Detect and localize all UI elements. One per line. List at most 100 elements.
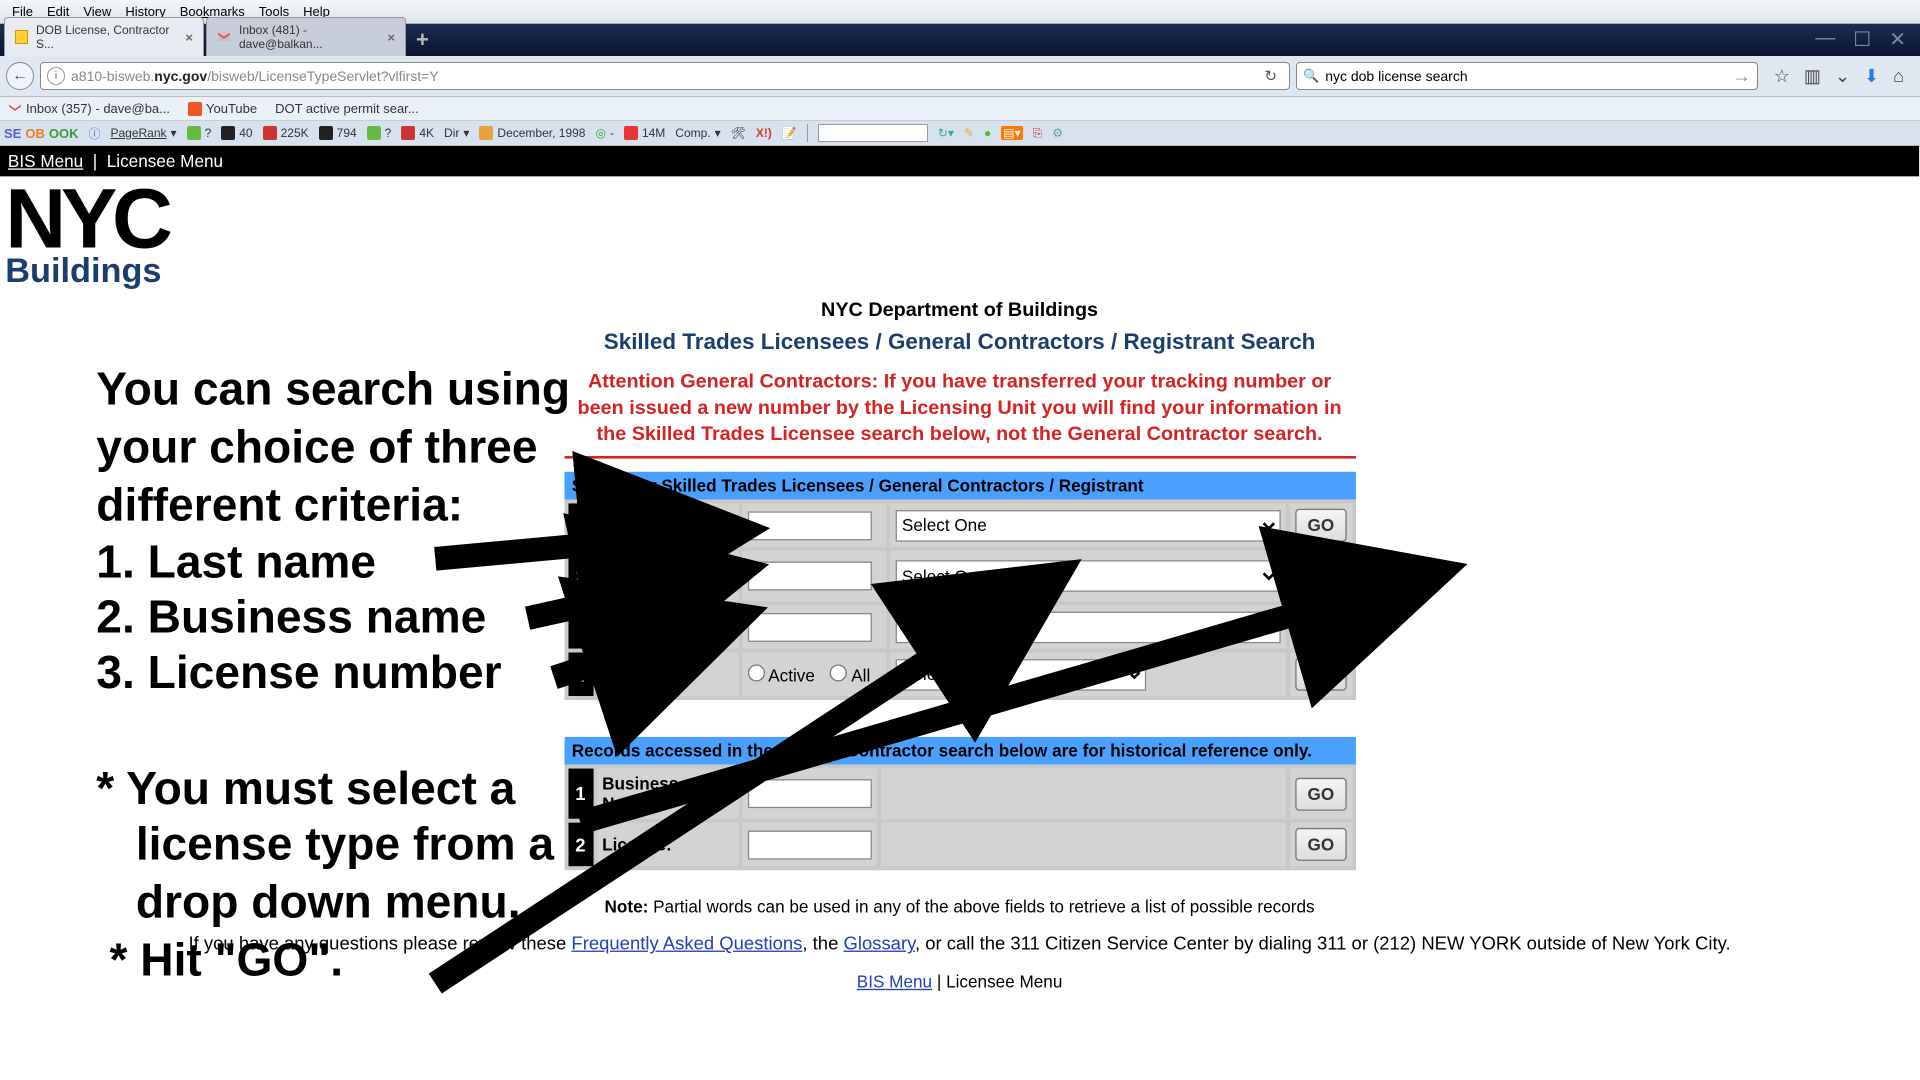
seo-info-icon[interactable]: ⓘ bbox=[88, 125, 100, 142]
form-row-businessname: 2 Business Name: Select One GO bbox=[566, 549, 1353, 603]
seo-x-icon[interactable]: X!) bbox=[756, 126, 772, 140]
back-button[interactable]: ← bbox=[6, 62, 34, 90]
close-tab-icon[interactable]: × bbox=[387, 30, 395, 45]
seo-40[interactable]: 40 bbox=[221, 126, 252, 140]
go-button-lastname[interactable]: GO bbox=[1296, 509, 1346, 542]
go-button-view[interactable]: GO bbox=[1296, 658, 1346, 691]
tab-active[interactable]: DOB License, Contractor S... × bbox=[4, 17, 204, 56]
bookmark-inbox[interactable]: Inbox (357) - dave@ba... bbox=[8, 101, 170, 116]
radio-active-label[interactable]: Active bbox=[747, 665, 815, 685]
form-header-skilled: Search for Skilled Trades Licensees / Ge… bbox=[564, 472, 1355, 500]
row-number: 2 bbox=[566, 821, 595, 868]
seo-14m[interactable]: 14M bbox=[624, 126, 665, 140]
seo-q1[interactable]: ? bbox=[187, 126, 212, 140]
select-businessname-type[interactable]: Select One bbox=[895, 561, 1281, 593]
select-view-type[interactable]: Select One bbox=[895, 659, 1146, 691]
radio-all[interactable] bbox=[830, 664, 847, 681]
library-icon[interactable]: ▥ bbox=[1804, 66, 1821, 87]
anno-item: 1. Last name bbox=[96, 537, 570, 590]
go-button-number[interactable]: GO bbox=[1296, 611, 1346, 644]
seo-q2[interactable]: ? bbox=[367, 126, 392, 140]
anno-line: You can search using bbox=[96, 361, 570, 419]
seo-refresh-icon[interactable]: ↻▾ bbox=[938, 126, 954, 140]
window-minimize-icon[interactable]: — bbox=[1815, 27, 1835, 52]
home-icon[interactable]: ⌂ bbox=[1893, 66, 1904, 87]
anno-item: 3. License number bbox=[96, 648, 570, 701]
seobook-logo[interactable]: SEOBOOK bbox=[4, 126, 78, 141]
attention-warning: Attention General Contractors: If you ha… bbox=[564, 368, 1355, 448]
seo-dmoz[interactable]: ◎ - bbox=[595, 126, 613, 140]
nyc-logo-sub: Buildings bbox=[5, 250, 1914, 291]
row-number: 1 bbox=[566, 767, 595, 821]
seo-note-icon[interactable]: 📝 bbox=[782, 126, 797, 140]
label-view: View: bbox=[595, 651, 740, 698]
download-icon[interactable]: ⬇ bbox=[1864, 66, 1879, 87]
bookmark-dot[interactable]: DOT active permit sear... bbox=[275, 101, 419, 116]
seo-4k[interactable]: 4K bbox=[401, 126, 434, 140]
label-gc-business: Business Name: bbox=[595, 767, 740, 821]
seo-highlight-icon[interactable]: ✎ bbox=[964, 126, 974, 140]
seo-794[interactable]: 794 bbox=[319, 126, 357, 140]
window-controls: — ☐ ✕ bbox=[1805, 23, 1916, 56]
page-subtitle: Skilled Trades Licensees / General Contr… bbox=[0, 329, 1919, 355]
select-number-type[interactable]: Select One bbox=[895, 611, 1281, 643]
seo-toolbar: SEOBOOK ⓘ PageRank ▾ ? 40 225K 794 ? 4K … bbox=[0, 121, 1920, 146]
site-info-icon[interactable]: i bbox=[47, 67, 65, 85]
form-row-number: 3 Number: Select One GO bbox=[566, 603, 1353, 650]
select-lastname-type[interactable]: Select One bbox=[895, 510, 1281, 542]
close-tab-icon[interactable]: × bbox=[185, 30, 193, 45]
go-button-gc-business[interactable]: GO bbox=[1296, 778, 1346, 811]
link-faq[interactable]: Frequently Asked Questions bbox=[571, 933, 802, 954]
anno-line: different criteria: bbox=[96, 476, 570, 534]
seo-gear-icon[interactable]: ⚙ bbox=[1052, 126, 1063, 140]
input-number[interactable] bbox=[747, 613, 871, 642]
row-number: 3 bbox=[566, 603, 595, 650]
seo-rss-icon[interactable]: ▤▾ bbox=[1001, 126, 1022, 140]
window-maximize-icon[interactable]: ☐ bbox=[1853, 27, 1871, 52]
seo-link-icon[interactable]: ⎘ bbox=[1033, 126, 1043, 141]
tab-title: DOB License, Contractor S... bbox=[36, 23, 177, 51]
seo-tools-icon[interactable]: 🛠 bbox=[731, 126, 746, 140]
nyc-buildings-logo: NYC Buildings bbox=[0, 176, 1919, 290]
input-lastname[interactable] bbox=[747, 511, 871, 540]
anno-note: drop down menu. bbox=[96, 874, 570, 932]
label-businessname: Business Name: bbox=[595, 549, 740, 603]
seo-archive[interactable]: December, 1998 bbox=[479, 126, 585, 140]
url-box[interactable]: i a810-bisweb.nyc.gov/bisweb/LicenseType… bbox=[40, 62, 1290, 90]
address-bar-row: ← i a810-bisweb.nyc.gov/bisweb/LicenseTy… bbox=[0, 56, 1920, 97]
tab-inactive[interactable]: Inbox (481) - dave@balkan... × bbox=[206, 17, 406, 56]
radio-active[interactable] bbox=[747, 664, 764, 681]
search-go-icon[interactable]: → bbox=[1727, 66, 1757, 87]
form-row-lastname: 1 Last Name: Select One GO bbox=[566, 502, 1353, 549]
input-businessname[interactable] bbox=[747, 562, 871, 591]
new-tab-button[interactable]: + bbox=[408, 27, 437, 53]
anno-note: * Hit "GO". bbox=[96, 932, 570, 990]
seo-comp[interactable]: Comp. ▾ bbox=[675, 126, 720, 140]
seo-dir[interactable]: Dir ▾ bbox=[444, 126, 469, 140]
seo-green-icon[interactable]: ● bbox=[984, 126, 991, 140]
seo-pagerank[interactable]: PageRank ▾ bbox=[110, 126, 176, 140]
label-number: Number: bbox=[595, 603, 740, 650]
search-box[interactable]: 🔍 → bbox=[1296, 62, 1758, 90]
radio-all-label[interactable]: All bbox=[830, 665, 870, 685]
go-button-businessname[interactable]: GO bbox=[1296, 560, 1346, 593]
link-glossary[interactable]: Glossary bbox=[843, 933, 914, 954]
star-bookmark-icon[interactable]: ☆ bbox=[1774, 66, 1790, 87]
footer-label-licensee: Licensee Menu bbox=[946, 972, 1062, 992]
tab-title: Inbox (481) - dave@balkan... bbox=[239, 23, 379, 51]
url-text: a810-bisweb.nyc.gov/bisweb/LicenseTypeSe… bbox=[71, 68, 1258, 84]
pocket-icon[interactable]: ⌄ bbox=[1835, 66, 1850, 87]
go-button-gc-license[interactable]: GO bbox=[1296, 828, 1346, 861]
link-bis-menu[interactable]: BIS Menu bbox=[8, 151, 83, 171]
reload-icon[interactable]: ↻ bbox=[1258, 67, 1283, 85]
search-input[interactable] bbox=[1325, 68, 1727, 84]
window-close-icon[interactable]: ✕ bbox=[1889, 27, 1906, 52]
seo-search-input[interactable] bbox=[818, 124, 928, 142]
youtube-icon bbox=[188, 102, 202, 116]
input-gc-business[interactable] bbox=[747, 780, 871, 809]
form-row-view: 4 View: Active All Select One GO bbox=[566, 651, 1353, 698]
seo-225k[interactable]: 225K bbox=[263, 126, 309, 140]
bookmark-youtube[interactable]: YouTube bbox=[188, 101, 257, 116]
footer-link-bis[interactable]: BIS Menu bbox=[857, 972, 932, 992]
input-gc-license[interactable] bbox=[747, 830, 871, 859]
